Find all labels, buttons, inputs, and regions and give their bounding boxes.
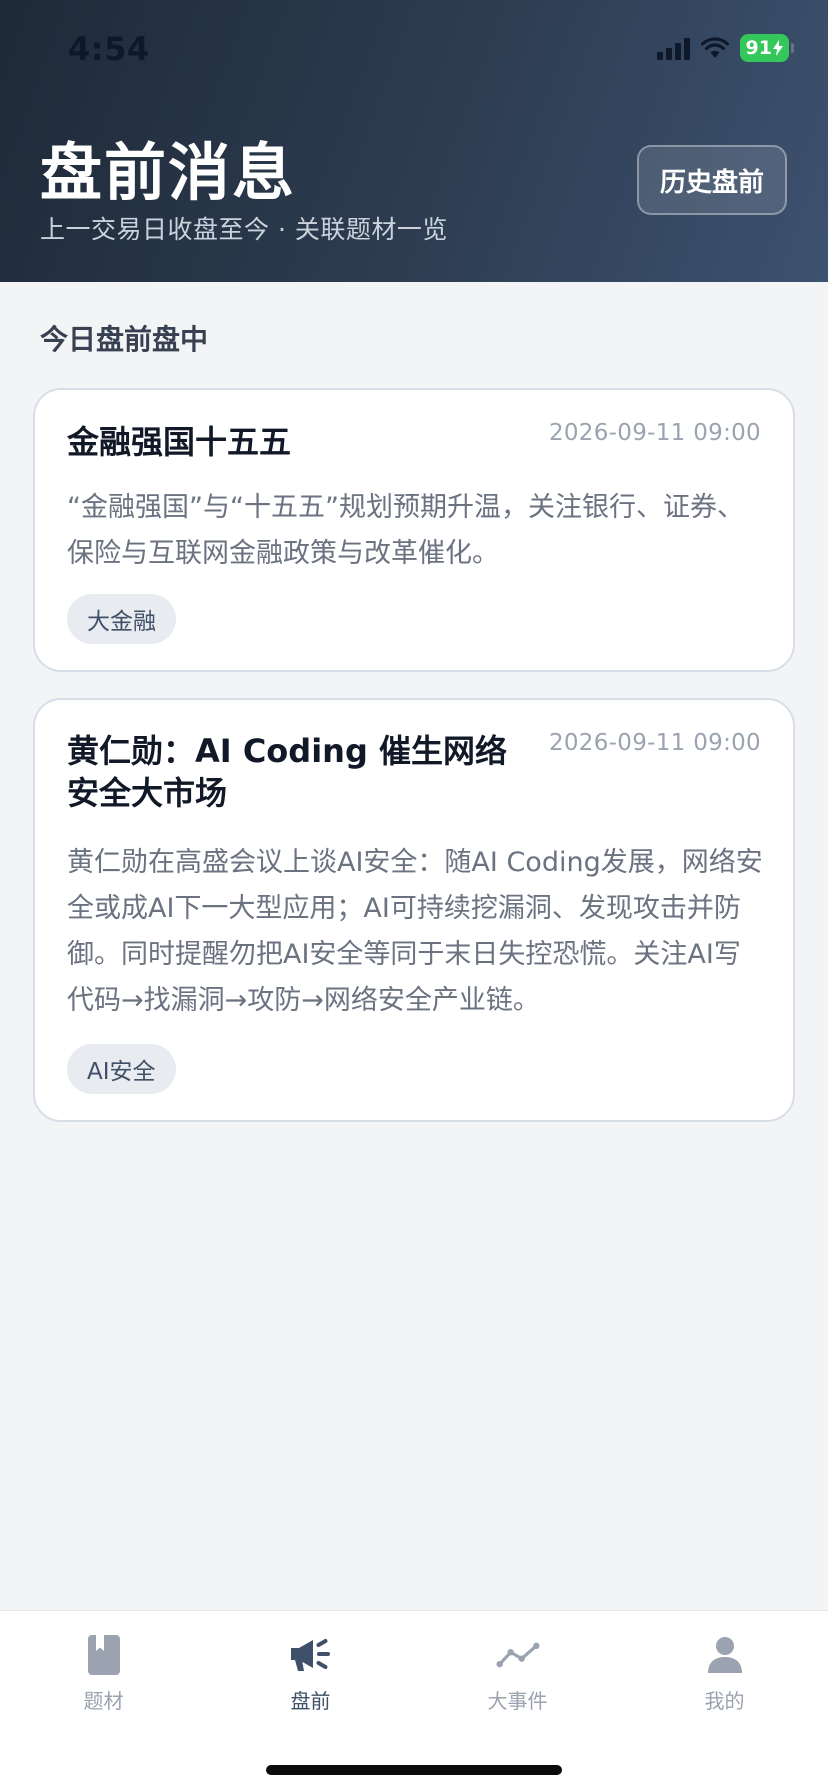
user-icon (703, 1633, 747, 1677)
header: 4:54 91 盘前消息 上一交易日收盘至今 · 关联题材一览 历史盘前 (0, 0, 828, 282)
battery-tip (791, 43, 794, 53)
tab-topics[interactable]: 题材 (0, 1625, 207, 1725)
card-title: 黄仁勋：AI Coding 催生网络安全大市场 (67, 732, 507, 812)
news-card[interactable]: 金融强国十五五 2026-09-11 09:00 “金融强国”与“十五五”规划预… (33, 388, 795, 672)
wifi-icon (700, 37, 729, 58)
card-summary: “金融强国”与“十五五”规划预期升温，关注银行、证券、保险与互联网金融政策与改革… (67, 492, 744, 569)
page-title: 盘前消息 (40, 136, 297, 209)
card-timestamp: 2026-09-11 09:00 (548, 420, 761, 446)
cellular-signal-icon (656, 36, 690, 60)
status-time: 4:54 (68, 30, 150, 68)
news-card[interactable]: 黄仁勋：AI Coding 催生网络安全大市场 2026-09-11 09:00… (33, 698, 795, 1122)
section-title: 今日盘前盘中 (40, 323, 209, 356)
status-icons: 91 (656, 34, 794, 62)
tab-premarket[interactable]: 盘前 (207, 1625, 414, 1725)
card-title: 金融强国十五五 (67, 423, 292, 461)
battery-level: 91 (745, 37, 772, 59)
card-summary: 黄仁勋在高盛会议上谈AI安全：随AI Coding发展，网络安全或成AI下一大型… (67, 847, 763, 1016)
topic-tag[interactable]: AI安全 (67, 1044, 176, 1094)
book-icon (82, 1633, 126, 1677)
megaphone-icon (289, 1633, 333, 1677)
tab-label: 盘前 (290, 1689, 331, 1713)
tab-label: 题材 (83, 1689, 124, 1713)
trend-line-icon (495, 1633, 540, 1677)
tab-events[interactable]: 大事件 (414, 1625, 621, 1725)
page-subtitle: 上一交易日收盘至今 · 关联题材一览 (40, 215, 448, 244)
tab-label: 大事件 (487, 1689, 548, 1713)
battery-indicator: 91 (739, 34, 789, 62)
charging-bolt-icon (773, 40, 783, 56)
home-indicator[interactable] (266, 1765, 562, 1775)
tab-profile[interactable]: 我的 (621, 1625, 828, 1725)
card-timestamp: 2026-09-11 09:00 (548, 730, 761, 756)
tab-label: 我的 (704, 1689, 745, 1713)
topic-tag[interactable]: 大金融 (67, 594, 176, 644)
history-premarket-button[interactable]: 历史盘前 (637, 145, 787, 215)
